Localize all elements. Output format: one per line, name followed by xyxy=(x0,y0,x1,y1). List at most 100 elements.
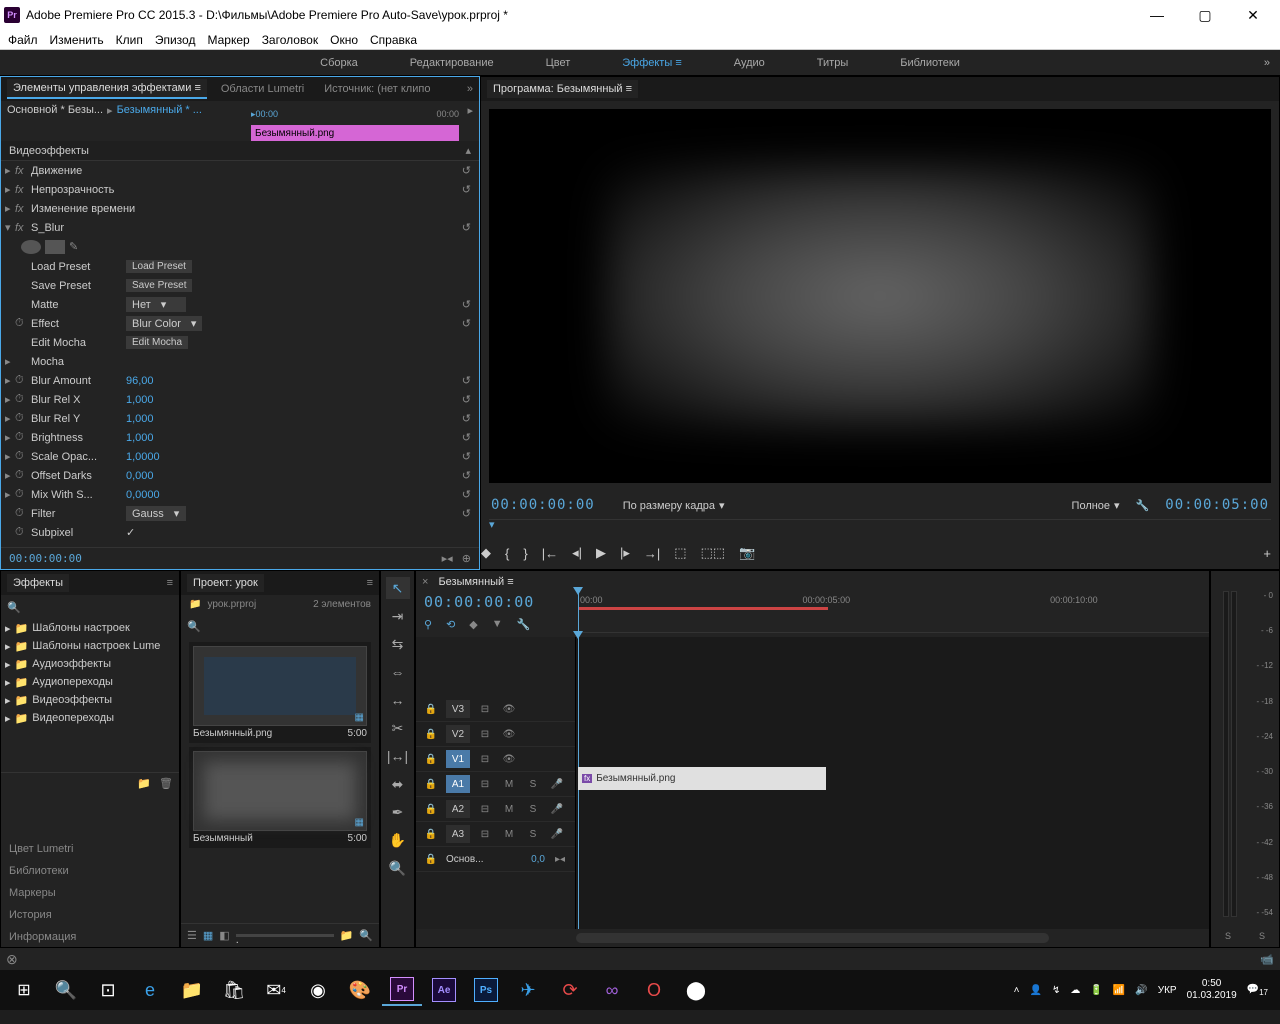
value[interactable]: 1,000 xyxy=(126,394,154,406)
linked-selection-icon[interactable]: ⟲ xyxy=(446,618,455,631)
workspace-effects[interactable]: Эффекты xyxy=(616,53,688,73)
clock[interactable]: 0:5001.03.2019 xyxy=(1187,978,1237,1002)
track-toggle[interactable]: V2 xyxy=(446,725,470,743)
lift-icon[interactable]: ⬚ xyxy=(674,545,686,561)
stopwatch-icon[interactable]: ⏱ xyxy=(15,412,31,425)
effect-изменение-времени[interactable]: ▸fxИзменение времени xyxy=(1,199,479,218)
aftereffects-icon[interactable]: Ae xyxy=(424,974,464,1006)
mark-in-icon[interactable]: { xyxy=(505,546,509,561)
zoom-tool-icon[interactable]: 🔍 xyxy=(386,857,410,879)
chrome-icon[interactable]: ◉ xyxy=(298,974,338,1006)
close-button[interactable]: ✕ xyxy=(1238,7,1268,24)
project-item[interactable]: ▦Безымянный5:00 xyxy=(189,747,371,848)
effects-search-input[interactable] xyxy=(25,600,173,615)
button[interactable]: Load Preset xyxy=(126,260,192,273)
master-clip-label[interactable]: Основной * Безы... xyxy=(7,104,103,116)
folder-аудиопереходы[interactable]: ▸📁Аудиопереходы xyxy=(1,673,179,691)
lock-icon[interactable]: 🔒 xyxy=(422,700,440,718)
task-view-icon[interactable]: ⊡ xyxy=(88,974,128,1006)
mute-icon[interactable]: M xyxy=(500,775,518,793)
reset-icon[interactable] xyxy=(462,221,471,234)
hand-tool-icon[interactable]: ✋ xyxy=(386,829,410,851)
add-marker-icon[interactable]: ◆ xyxy=(469,618,477,631)
reset-icon[interactable] xyxy=(462,298,471,311)
lock-icon[interactable]: 🔒 xyxy=(422,725,440,743)
list-view-icon[interactable]: ☰ xyxy=(187,929,197,942)
timeline-scrollbar[interactable] xyxy=(576,933,1049,943)
stacked-tab-история[interactable]: История xyxy=(9,909,171,921)
eye-icon[interactable]: 👁 xyxy=(500,700,518,718)
close-seq-icon[interactable]: × xyxy=(422,576,428,588)
checkbox[interactable]: ✓ xyxy=(126,526,135,539)
lock-icon[interactable]: 🔒 xyxy=(422,825,440,843)
stopwatch-icon[interactable]: ⏱ xyxy=(15,488,31,501)
settings-icon[interactable]: 🔧 xyxy=(517,618,531,631)
premiere-icon[interactable]: Pr xyxy=(382,974,422,1006)
menu-sequence[interactable]: Эпизод xyxy=(155,33,196,47)
record-icon[interactable]: 📹 xyxy=(1260,953,1274,966)
search-icon[interactable]: 🔍 xyxy=(46,974,86,1006)
button[interactable]: Save Preset xyxy=(126,279,192,292)
reset-icon[interactable] xyxy=(462,469,471,482)
project-item[interactable]: ▦Безымянный.png5:00 xyxy=(189,642,371,743)
program-ruler[interactable]: ▾ xyxy=(489,519,1271,537)
stacked-tab-маркеры[interactable]: Маркеры xyxy=(9,887,171,899)
track-toggle[interactable]: V3 xyxy=(446,700,470,718)
sync-lock-icon[interactable]: ⊟ xyxy=(476,775,494,793)
sync-icon[interactable]: ⊗ xyxy=(6,951,18,968)
mini-timeline-ruler[interactable]: ▸00:00 00:00 xyxy=(251,109,459,125)
track-toggle[interactable]: A1 xyxy=(446,775,470,793)
timeline-tracks-area[interactable]: fx Безымянный.png xyxy=(576,637,1209,929)
stopwatch-icon[interactable]: ⏱ xyxy=(15,393,31,406)
selection-tool-icon[interactable]: ↖ xyxy=(386,577,410,599)
find-icon[interactable]: 🔍 xyxy=(359,929,373,942)
sync-lock-icon[interactable]: ⊟ xyxy=(476,800,494,818)
project-title[interactable]: Проект: урок xyxy=(187,574,264,592)
value[interactable]: 1,0000 xyxy=(126,451,160,463)
reset-icon[interactable] xyxy=(462,431,471,444)
track-toggle[interactable]: V1 xyxy=(446,750,470,768)
expand-icon[interactable]: ▸◂ xyxy=(551,850,569,868)
menu-window[interactable]: Окно xyxy=(330,33,358,47)
solo-icon[interactable]: S xyxy=(524,800,542,818)
workspace-libraries[interactable]: Библиотеки xyxy=(894,53,966,73)
collapse-icon[interactable]: ▴ xyxy=(465,144,471,157)
workspace-titles[interactable]: Титры xyxy=(811,53,854,73)
tab-effect-controls[interactable]: Элементы управления эффектами ≡ xyxy=(7,79,207,99)
stopwatch-icon[interactable]: ⏱ xyxy=(15,317,31,330)
icon-view-icon[interactable]: ▦ xyxy=(203,929,213,942)
step-forward-icon[interactable]: |▸ xyxy=(620,545,630,561)
mute-icon[interactable]: M xyxy=(500,825,518,843)
add-marker-icon[interactable]: ◆ xyxy=(481,545,491,561)
program-monitor-title[interactable]: Программа: Безымянный ≡ xyxy=(487,80,638,98)
effect-s_blur[interactable]: ▾fxS_Blur xyxy=(1,218,479,237)
stopwatch-icon[interactable]: ⏱ xyxy=(15,374,31,387)
stopwatch-icon[interactable]: ⏱ xyxy=(15,526,31,539)
mask-ellipse-icon[interactable] xyxy=(21,240,41,254)
edge-icon[interactable]: e xyxy=(130,974,170,1006)
value[interactable]: 0,000 xyxy=(126,470,154,482)
start-button[interactable]: ⊞ xyxy=(4,974,44,1006)
tab-source[interactable]: Источник: (нет клипо xyxy=(318,80,436,98)
telegram-icon[interactable]: ✈ xyxy=(508,974,548,1006)
bluetooth-icon[interactable]: ↯ xyxy=(1052,985,1060,996)
store-icon[interactable]: 🛍 xyxy=(214,974,254,1006)
mask-rect-icon[interactable] xyxy=(45,240,65,254)
quality-dropdown[interactable]: Полное xyxy=(1072,499,1120,512)
program-view[interactable] xyxy=(489,109,1271,483)
settings-icon[interactable]: 🔧 xyxy=(1136,499,1150,512)
solo-right[interactable]: S xyxy=(1259,931,1265,941)
reset-icon[interactable] xyxy=(462,317,471,330)
effect-движение[interactable]: ▸fxДвижение xyxy=(1,161,479,180)
obs-icon[interactable]: ⬤ xyxy=(676,974,716,1006)
notifications-icon[interactable]: 💬17 xyxy=(1247,984,1268,997)
sync-lock-icon[interactable]: ⊟ xyxy=(476,825,494,843)
effects-title[interactable]: Эффекты xyxy=(7,574,69,592)
zoom-slider[interactable]: . xyxy=(236,934,334,937)
workspace-audio[interactable]: Аудио xyxy=(728,53,771,73)
slip-tool-icon[interactable]: |↔| xyxy=(386,745,410,767)
record-icon[interactable]: 🎤 xyxy=(548,775,566,793)
workspace-color[interactable]: Цвет xyxy=(540,53,577,73)
sync-lock-icon[interactable]: ⊟ xyxy=(476,725,494,743)
rate-stretch-tool-icon[interactable]: ↔ xyxy=(386,689,410,711)
